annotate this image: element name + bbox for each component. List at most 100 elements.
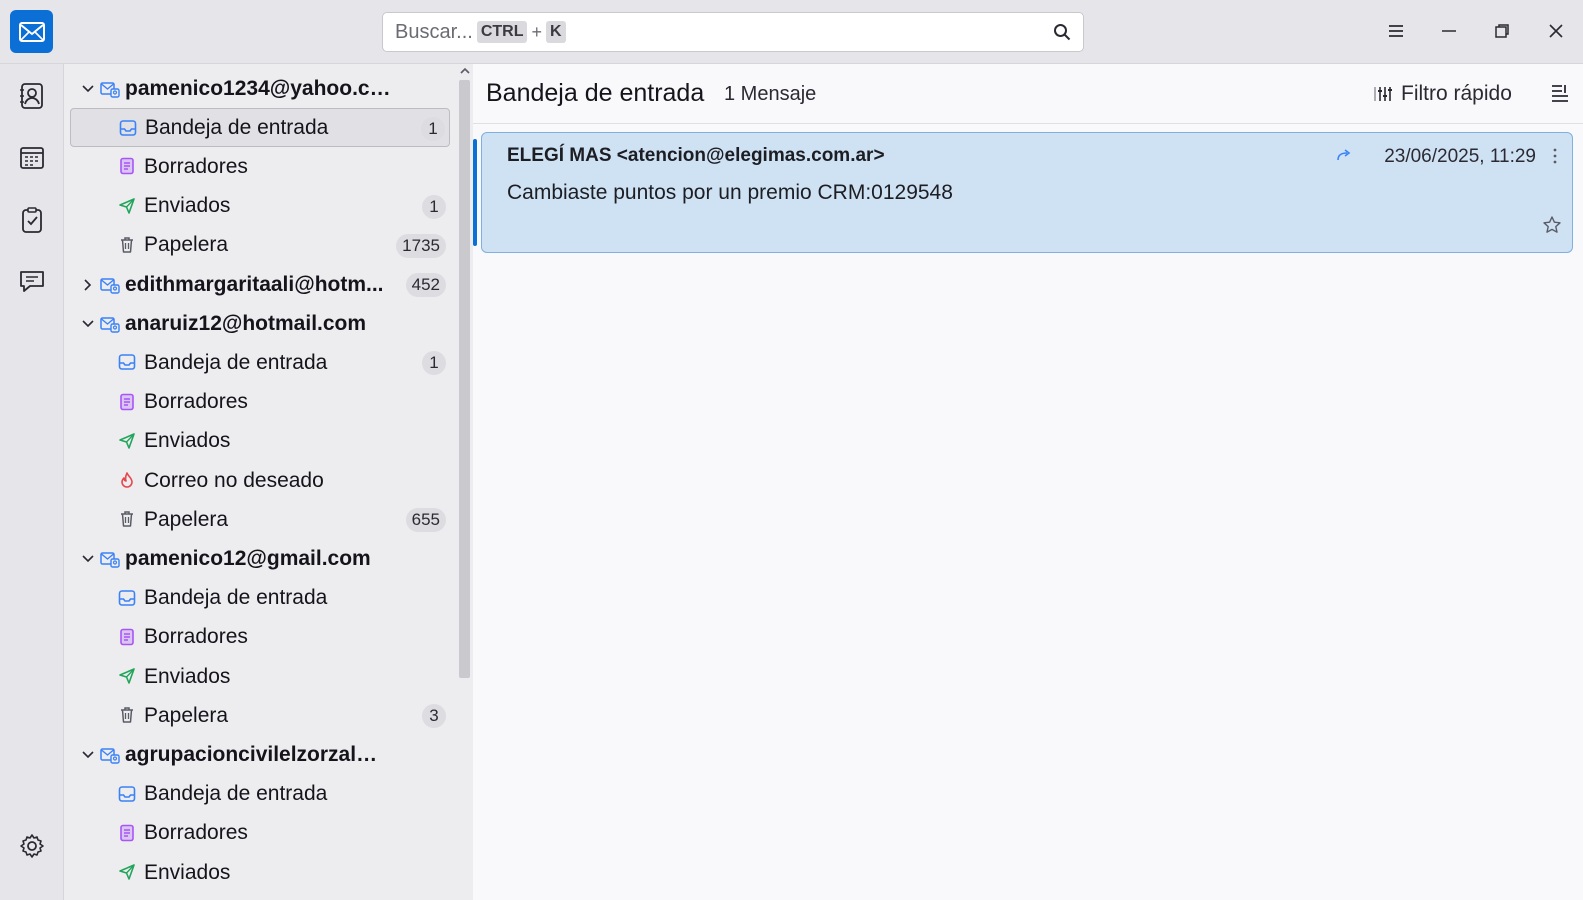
message-card[interactable]: ELEGÍ MAS <atencion@elegimas.com.ar> Cam…: [473, 132, 1573, 253]
sent-icon: [118, 667, 136, 685]
folder-row[interactable]: Enviados 1: [70, 187, 450, 226]
message-subject: Cambiaste puntos por un premio CRM:01295…: [507, 181, 953, 204]
folder-title: Bandeja de entrada: [486, 79, 705, 107]
junk-icon: [118, 471, 136, 489]
count-badge: 1: [422, 194, 446, 219]
search-icon[interactable]: [1053, 23, 1071, 41]
sent-icon: [118, 197, 136, 215]
folder-row[interactable]: Enviados: [70, 853, 450, 892]
account-row[interactable]: agrupacioncivilelzorzal@yah...: [70, 735, 450, 774]
folder-label: Papelera: [144, 507, 229, 531]
message-list-header: Bandeja de entrada 1 Mensaje Filtro rápi…: [473, 64, 1583, 124]
folder-label: Bandeja de entrada: [144, 350, 328, 374]
folder-row[interactable]: Borradores: [70, 814, 450, 853]
folder-row[interactable]: Bandeja de entrada: [70, 775, 450, 814]
folder-row[interactable]: Borradores: [70, 383, 450, 422]
count-badge: 1: [421, 117, 445, 142]
shortcut-k: K: [545, 21, 566, 43]
folder-label: Correo no deseado: [144, 468, 324, 492]
folder-label: Bandeja de entrada: [145, 115, 329, 139]
chevron-down-icon[interactable]: [80, 745, 96, 761]
mail-account-icon: [100, 746, 120, 765]
mail-account-icon: [100, 315, 120, 333]
folder-row[interactable]: Papelera 1735: [70, 226, 450, 265]
folder-row[interactable]: Enviados: [70, 422, 450, 461]
shortcut-plus: +: [531, 21, 542, 42]
minimize-icon[interactable]: [1432, 14, 1466, 48]
folder-row[interactable]: Papelera 655: [70, 500, 450, 539]
trash-icon: [118, 510, 136, 528]
mail-account-icon: [100, 550, 120, 569]
account-label: pamenico12@gmail.com: [125, 546, 371, 570]
folder-row[interactable]: Borradores: [70, 618, 450, 657]
close-icon[interactable]: [1539, 14, 1573, 48]
folder-row[interactable]: Bandeja de entrada 1: [70, 343, 450, 382]
message-count: 1 Mensaje: [724, 83, 817, 105]
folder-row[interactable]: Borradores: [70, 147, 450, 186]
drafts-icon: [118, 824, 136, 842]
selection-indicator: [473, 139, 477, 246]
restore-icon[interactable]: [1485, 14, 1519, 48]
inbox-icon: [118, 353, 136, 371]
count-badge: 1735: [396, 233, 446, 258]
star-icon[interactable]: [1542, 215, 1562, 235]
inbox-icon: [118, 785, 136, 803]
shortcut-ctrl: CTRL: [476, 21, 528, 43]
scroll-up-arrow-icon[interactable]: [460, 66, 470, 76]
sent-icon: [118, 863, 136, 881]
folder-row[interactable]: Bandeja de entrada: [70, 579, 450, 618]
tasks-icon[interactable]: [14, 202, 50, 238]
folder-label: Borradores: [144, 390, 248, 414]
folder-label: Bandeja de entrada: [144, 586, 328, 610]
account-row[interactable]: pamenico12@gmail.com: [70, 539, 450, 578]
inbox-icon: [118, 589, 136, 607]
calendar-icon[interactable]: [14, 140, 50, 176]
trash-icon: [118, 236, 136, 254]
folder-label: Papelera: [144, 233, 229, 257]
folder-row[interactable]: Bandeja de entrada 1: [70, 108, 450, 148]
folder-row[interactable]: Correo no deseado: [70, 461, 450, 500]
account-label: agrupacioncivilelzorzal@yah...: [125, 742, 395, 766]
mail-app-icon[interactable]: [10, 10, 53, 53]
count-badge: 1: [422, 351, 446, 376]
chevron-down-icon[interactable]: [80, 549, 96, 565]
count-badge: 655: [405, 508, 446, 533]
trash-icon: [118, 706, 136, 724]
account-label: edithmargaritaali@hotm...: [125, 272, 384, 296]
drafts-icon: [118, 393, 136, 411]
folder-label: Enviados: [144, 194, 231, 218]
account-row[interactable]: anaruiz12@hotmail.com: [70, 304, 450, 343]
address-book-icon[interactable]: [14, 78, 50, 114]
title-bar: Buscar... CTRL + K: [0, 0, 1583, 64]
more-options-icon[interactable]: [1552, 147, 1558, 165]
folder-label: Enviados: [144, 429, 231, 453]
chevron-right-icon[interactable]: [80, 275, 96, 291]
chevron-down-icon[interactable]: [80, 79, 96, 95]
account-row[interactable]: pamenico1234@yahoo.com.ar: [70, 69, 450, 108]
menu-icon[interactable]: [1379, 14, 1413, 48]
settings-gear-icon[interactable]: [14, 828, 50, 864]
mail-account-icon: [100, 80, 120, 98]
spaces-toolbar: [0, 64, 64, 900]
scrollbar-thumb[interactable]: [459, 80, 470, 678]
quick-filter-button[interactable]: Filtro rápido: [1373, 80, 1512, 108]
list-layout-icon[interactable]: [1549, 82, 1571, 104]
folder-row[interactable]: Enviados: [70, 657, 450, 696]
drafts-icon: [118, 157, 136, 175]
folder-label: Borradores: [144, 625, 248, 649]
chat-icon[interactable]: [14, 264, 50, 300]
account-label: pamenico1234@yahoo.com.ar: [125, 76, 395, 100]
search-placeholder: Buscar...: [395, 20, 473, 43]
account-row[interactable]: edithmargaritaali@hotm... 452: [70, 265, 450, 304]
sent-icon: [118, 432, 136, 450]
folder-row[interactable]: Papelera 3: [70, 696, 450, 735]
folder-label: Papelera: [144, 703, 229, 727]
drafts-icon: [118, 628, 136, 646]
search-input[interactable]: Buscar... CTRL + K: [382, 12, 1084, 52]
filter-sliders-icon: [1374, 87, 1392, 101]
folder-pane-scrollbar[interactable]: [456, 64, 473, 900]
chevron-down-icon[interactable]: [80, 314, 96, 330]
folder-label: Borradores: [144, 821, 248, 845]
folder-pane: pamenico1234@yahoo.com.ar Bandeja de entr…: [64, 64, 456, 900]
folder-label: Borradores: [144, 154, 248, 178]
